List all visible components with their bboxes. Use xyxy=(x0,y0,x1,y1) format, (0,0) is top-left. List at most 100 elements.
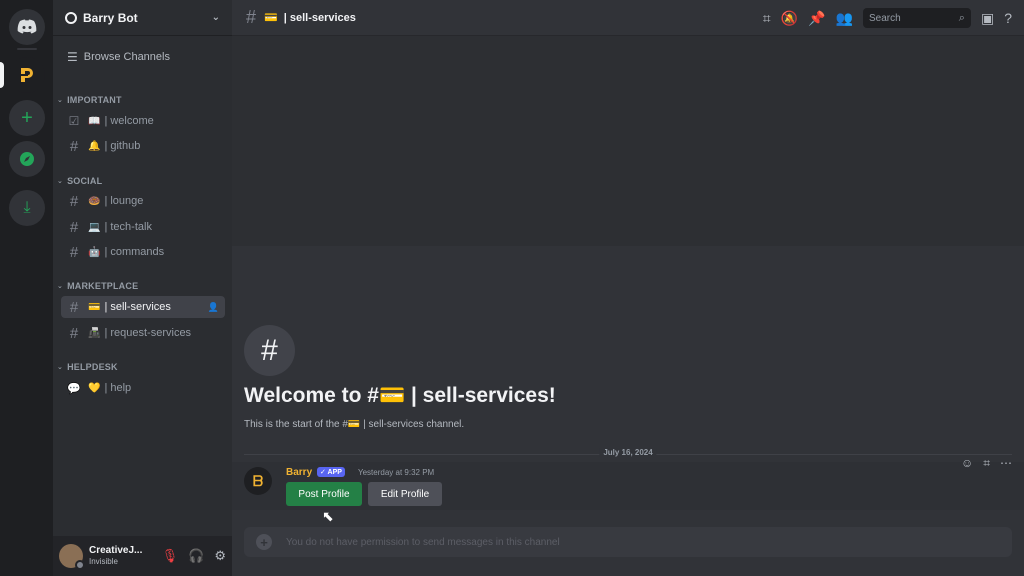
welcome-text: This is the start of the #💳 | sell-servi… xyxy=(244,419,465,430)
browse-channels-label: Browse Channels xyxy=(83,51,170,63)
status-dot xyxy=(75,560,85,570)
category-label: IMPORTANT xyxy=(67,95,122,105)
rules-checkbox-icon: ☑ xyxy=(68,114,80,128)
date-divider-label: July 16, 2024 xyxy=(599,448,657,457)
channel-emoji: 🍩 xyxy=(88,195,101,207)
help-icon[interactable]: ? xyxy=(1004,10,1012,26)
category-label: HELPDESK xyxy=(67,362,118,372)
header-toolbar: ⌗ 🔕 📌 👥 Search ⌕ ▣ ? xyxy=(763,8,1012,28)
list-icon: ☰ xyxy=(67,50,78,64)
chevron-down-icon: ⌄ xyxy=(57,97,64,104)
add-member-icon[interactable]: 👤 xyxy=(208,302,219,313)
hash-icon: # xyxy=(69,324,79,342)
message[interactable]: ᗷ Barry ✓ APP Yesterday at 9:32 PM Post … xyxy=(232,456,1024,510)
post-profile-button[interactable]: Post Profile xyxy=(286,482,362,506)
channel-welcome[interactable]: ☑ 📖 | welcome xyxy=(61,110,225,132)
channel-emoji: 📖 xyxy=(88,115,101,127)
channel-lounge[interactable]: # 🍩 | lounge xyxy=(61,190,225,212)
barry-bot-server-icon[interactable] xyxy=(9,57,45,93)
headphones-icon[interactable]: 🎧 xyxy=(188,548,204,564)
channel-header: # 💳 | sell-services ⌗ 🔕 📌 👥 Search ⌕ ▣ ? xyxy=(232,0,1024,36)
mouse-cursor-icon: ⬉ xyxy=(322,508,334,524)
forum-icon: 💬 xyxy=(67,382,81,395)
channel-emoji: 💛 xyxy=(88,382,101,394)
pin-icon[interactable]: 📌 xyxy=(808,10,825,27)
selected-server-pill xyxy=(0,62,4,88)
guild-badge-icon xyxy=(65,11,77,24)
user-status: Invisible xyxy=(89,557,118,566)
bot-avatar[interactable]: ᗷ xyxy=(244,467,272,495)
message-author[interactable]: Barry xyxy=(286,467,312,478)
app-badge: ✓ APP xyxy=(317,467,345,477)
search-icon: ⌕ xyxy=(958,11,965,24)
member-list-icon[interactable]: 👥 xyxy=(836,10,853,27)
discover-compass-icon[interactable] xyxy=(9,141,45,177)
add-server-icon[interactable]: + xyxy=(9,100,45,136)
channel-label: | github xyxy=(104,140,141,152)
user-controls: 🎙 🎧 ⚙ xyxy=(162,548,226,564)
hash-icon: # xyxy=(69,192,79,210)
channel-emoji: 🤖 xyxy=(88,246,101,258)
category-label: MARKETPLACE xyxy=(67,281,139,291)
channel-sell-services[interactable]: # 💳 | sell-services 👤 xyxy=(61,296,225,318)
discord-home-icon[interactable] xyxy=(9,9,45,45)
guild-header[interactable]: Barry Bot ⌄ xyxy=(53,0,232,36)
notification-bell-muted-icon[interactable]: 🔕 xyxy=(781,10,798,27)
channel-label: | commands xyxy=(104,246,165,258)
add-reaction-icon[interactable]: ☺ xyxy=(961,456,973,471)
channel-hash-icon: # xyxy=(244,325,295,376)
channel-label: | help xyxy=(104,382,132,394)
hash-icon: # xyxy=(69,137,79,155)
channel-tech-talk[interactable]: # 💻 | tech-talk xyxy=(61,216,225,238)
category-important[interactable]: ⌄ IMPORTANT xyxy=(57,95,122,105)
chevron-down-icon: ⌄ xyxy=(57,364,64,371)
hash-icon: # xyxy=(69,218,79,236)
category-label: SOCIAL xyxy=(67,176,103,186)
channel-github[interactable]: # 🔔 | github xyxy=(61,135,225,157)
channel-emoji: 📠 xyxy=(88,327,101,339)
channel-label: | tech-talk xyxy=(104,221,152,233)
user-info[interactable]: CreativeJ... Invisible xyxy=(89,545,142,567)
discord-app: + ⤓ Barry Bot ⌄ ☰ Browse Channels ⌄ IMPOR… xyxy=(0,0,1024,576)
hash-icon: # xyxy=(69,243,79,261)
date-divider: July 16, 2024 xyxy=(244,448,1012,457)
channel-emoji: 💳 xyxy=(88,301,101,313)
channel-label: | welcome xyxy=(104,115,154,127)
create-thread-icon[interactable]: ⌗ xyxy=(983,456,990,471)
category-social[interactable]: ⌄ SOCIAL xyxy=(57,176,102,186)
user-panel: CreativeJ... Invisible 🎙 🎧 ⚙ xyxy=(53,536,232,576)
chevron-down-icon: ⌄ xyxy=(57,283,64,290)
channel-sidebar: Barry Bot ⌄ ☰ Browse Channels ⌄ IMPORTANT… xyxy=(53,0,232,576)
add-attachment-icon: + xyxy=(256,534,272,550)
hash-icon: # xyxy=(69,298,79,316)
channel-emoji: 💳 xyxy=(264,12,278,24)
channel-label: | request-services xyxy=(104,327,192,339)
inbox-icon[interactable]: ▣ xyxy=(981,10,994,27)
more-options-icon[interactable]: ⋯ xyxy=(1000,456,1012,471)
channel-label: | lounge xyxy=(104,195,144,207)
mic-muted-icon[interactable]: 🎙 xyxy=(162,548,179,564)
search-placeholder: Search xyxy=(868,12,901,24)
chevron-down-icon: ⌄ xyxy=(57,178,64,185)
download-apps-icon[interactable]: ⤓ xyxy=(9,190,45,226)
user-name: CreativeJ... xyxy=(89,545,143,556)
avatar[interactable] xyxy=(59,544,85,570)
category-helpdesk[interactable]: ⌄ HELPDESK xyxy=(57,362,118,372)
channel-commands[interactable]: # 🤖 | commands xyxy=(61,241,225,263)
rail-separator xyxy=(17,48,37,50)
channel-emoji: 💻 xyxy=(88,221,101,233)
welcome-heading: Welcome to #💳 | sell-services! xyxy=(244,384,556,407)
gear-icon[interactable]: ⚙ xyxy=(214,548,226,564)
search-input[interactable]: Search ⌕ xyxy=(862,8,971,28)
composer-placeholder: You do not have permission to send messa… xyxy=(286,536,560,548)
channel-help[interactable]: 💬 💛 | help xyxy=(61,377,225,399)
channel-request-services[interactable]: # 📠 | request-services xyxy=(61,322,225,344)
edit-profile-button[interactable]: Edit Profile xyxy=(368,482,442,506)
guild-name: Barry Bot xyxy=(83,10,138,25)
hash-icon: # xyxy=(246,7,257,27)
chevron-down-icon: ⌄ xyxy=(211,12,220,23)
threads-icon[interactable]: ⌗ xyxy=(763,10,771,27)
browse-channels-button[interactable]: ☰ Browse Channels xyxy=(61,45,225,69)
category-marketplace[interactable]: ⌄ MARKETPLACE xyxy=(57,281,138,291)
message-composer: + You do not have permission to send mes… xyxy=(244,527,1012,557)
